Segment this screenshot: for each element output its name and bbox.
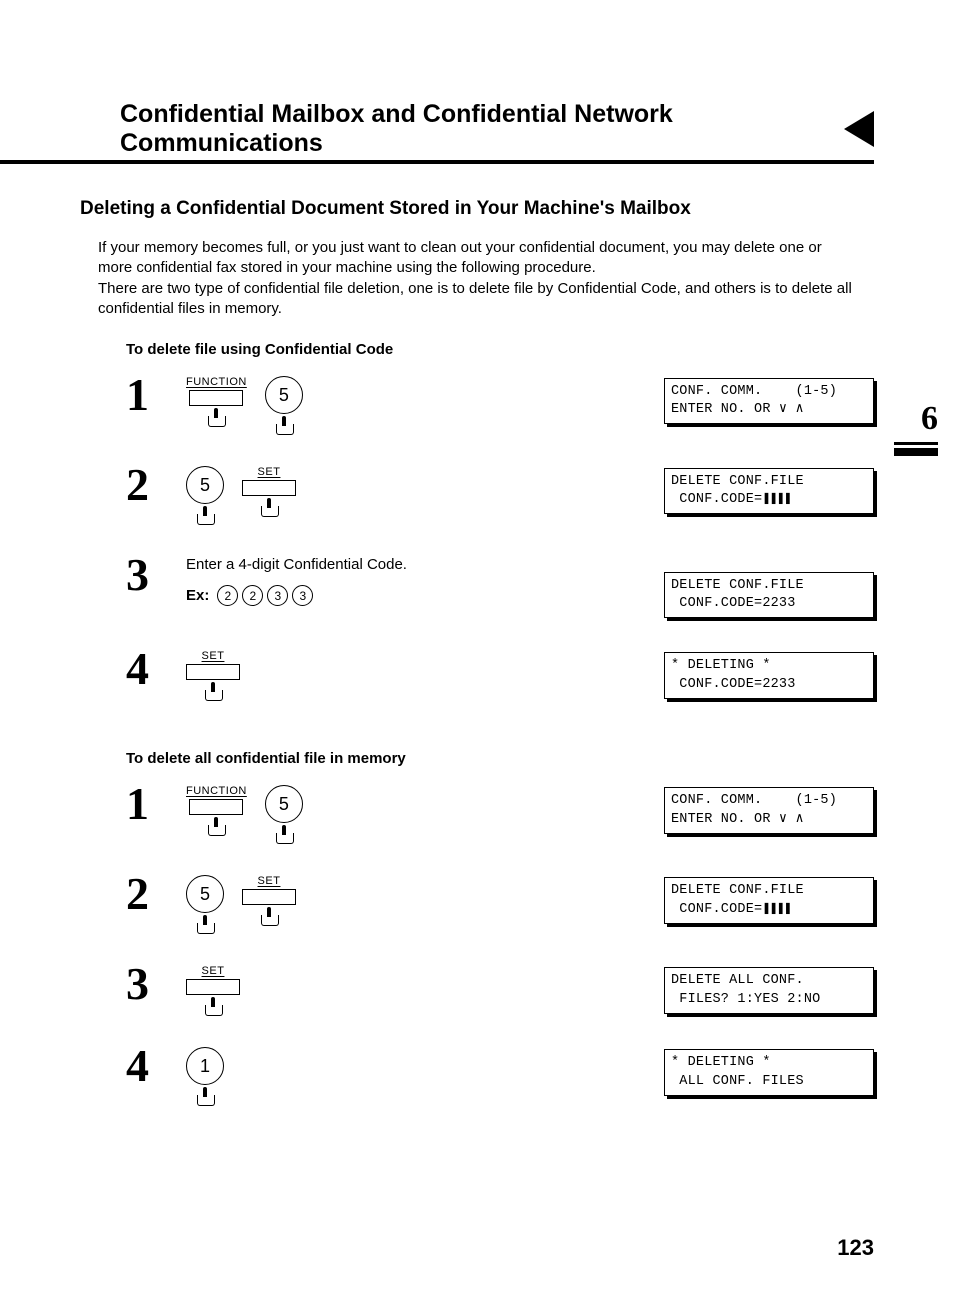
- circle-key-icon: 5: [186, 466, 224, 504]
- intro-paragraph: If your memory becomes full, or you just…: [98, 238, 858, 319]
- example-row: Ex: 2 2 3 3: [186, 585, 313, 606]
- step-row: 3 SET DELETE ALL CONF. FILES? 1:YES 2:NO: [126, 961, 874, 1015]
- circle-key-icon: 1: [186, 1047, 224, 1085]
- lcd-display: CONF. COMM. (1-5) ENTER NO. OR ∨ ∧: [664, 378, 874, 424]
- step-number: 4: [126, 646, 186, 692]
- press-hand-icon: [206, 408, 226, 426]
- step-actions: SET: [186, 646, 496, 700]
- press-hand-icon: [203, 682, 223, 700]
- press-hand-icon: [206, 817, 226, 835]
- lcd-display: * DELETING * CONF.CODE=2233: [664, 652, 874, 698]
- key-label: SET: [258, 466, 281, 478]
- digit-key: 5: [265, 376, 303, 434]
- press-hand-icon: [195, 1087, 215, 1105]
- digit-key: 5: [265, 785, 303, 843]
- circle-key-icon: 5: [186, 875, 224, 913]
- press-hand-icon: [195, 915, 215, 933]
- lcd-display: DELETE ALL CONF. FILES? 1:YES 2:NO: [664, 967, 874, 1013]
- lcd-blocks: ❚❚❚❚: [762, 492, 791, 507]
- section-heading: Deleting a Confidential Document Stored …: [80, 198, 874, 220]
- rect-key-icon: [189, 390, 243, 406]
- rect-key-icon: [186, 664, 240, 680]
- step-number: 2: [126, 871, 186, 917]
- procedure-a-label: To delete file using Confidential Code: [126, 341, 874, 358]
- tab-bar-icon: [894, 442, 938, 445]
- step-actions: 5 SET: [186, 871, 496, 933]
- rect-key-icon: [242, 480, 296, 496]
- step-row: 1 FUNCTION 5 CONF. COMM. (1-5) ENTER NO.…: [126, 781, 874, 843]
- header-rule: [0, 160, 874, 164]
- procedure-b-label: To delete all confidential file in memor…: [126, 750, 874, 767]
- triangle-left-icon: [844, 111, 874, 147]
- step-row: 4 SET * DELETING * CONF.CODE=2233: [126, 646, 874, 700]
- example-label: Ex:: [186, 587, 209, 604]
- lcd-display: DELETE CONF.FILE CONF.CODE=2233: [664, 572, 874, 618]
- tab-bar-icon: [894, 448, 938, 456]
- rect-key-icon: [242, 889, 296, 905]
- step-actions: Enter a 4-digit Confidential Code. Ex: 2…: [186, 552, 496, 606]
- lcd-display: DELETE CONF.FILE CONF.CODE=❚❚❚❚: [664, 468, 874, 514]
- circled-digit-icon: 3: [267, 585, 288, 606]
- circled-digit-icon: 2: [217, 585, 238, 606]
- page-number: 123: [837, 1235, 874, 1261]
- step-number: 4: [126, 1043, 186, 1089]
- lcd-display: DELETE CONF.FILE CONF.CODE=❚❚❚❚: [664, 877, 874, 923]
- rect-key-icon: [186, 979, 240, 995]
- step-number: 2: [126, 462, 186, 508]
- rect-key-icon: [189, 799, 243, 815]
- press-hand-icon: [274, 825, 294, 843]
- step-instruction: Enter a 4-digit Confidential Code.: [186, 556, 407, 573]
- circled-digit-icon: 2: [242, 585, 263, 606]
- step-actions: 5 SET: [186, 462, 496, 524]
- step-row: 2 5 SET DELETE CONF.FILE CONF.CODE=❚❚❚❚: [126, 871, 874, 933]
- key-label: FUNCTION: [186, 376, 247, 388]
- step-actions: SET: [186, 961, 496, 1015]
- chapter-tab: 6: [894, 400, 938, 456]
- step-number: 1: [126, 781, 186, 827]
- step-number: 3: [126, 552, 186, 598]
- press-hand-icon: [259, 498, 279, 516]
- key-label: SET: [202, 650, 225, 662]
- press-hand-icon: [259, 907, 279, 925]
- manual-page: Confidential Mailbox and Confidential Ne…: [0, 0, 954, 1297]
- key-label: SET: [258, 875, 281, 887]
- circled-digit-icon: 3: [292, 585, 313, 606]
- circle-key-icon: 5: [265, 376, 303, 414]
- step-row: 2 5 SET DELETE CONF.FILE CONF.CODE=❚❚❚❚: [126, 462, 874, 524]
- press-hand-icon: [195, 506, 215, 524]
- step-row: 3 Enter a 4-digit Confidential Code. Ex:…: [126, 552, 874, 618]
- digit-key: 5: [186, 466, 224, 524]
- page-header: Confidential Mailbox and Confidential Ne…: [80, 100, 874, 158]
- key-label: FUNCTION: [186, 785, 247, 797]
- digit-key: 1: [186, 1047, 224, 1105]
- circle-key-icon: 5: [265, 785, 303, 823]
- press-hand-icon: [274, 416, 294, 434]
- set-key: SET: [186, 650, 240, 700]
- set-key: SET: [186, 965, 240, 1015]
- lcd-display: CONF. COMM. (1-5) ENTER NO. OR ∨ ∧: [664, 787, 874, 833]
- set-key: SET: [242, 875, 296, 925]
- step-number: 3: [126, 961, 186, 1007]
- lcd-display: * DELETING * ALL CONF. FILES: [664, 1049, 874, 1095]
- step-row: 4 1 * DELETING * ALL CONF. FILES: [126, 1043, 874, 1105]
- function-key: FUNCTION: [186, 785, 247, 835]
- function-key: FUNCTION: [186, 376, 247, 426]
- step-row: 1 FUNCTION 5 CONF. COMM. (1-5) ENTER NO.…: [126, 372, 874, 434]
- step-actions: FUNCTION 5: [186, 372, 496, 434]
- step-actions: FUNCTION 5: [186, 781, 496, 843]
- press-hand-icon: [203, 997, 223, 1015]
- step-actions: 1: [186, 1043, 496, 1105]
- key-label: SET: [202, 965, 225, 977]
- set-key: SET: [242, 466, 296, 516]
- step-number: 1: [126, 372, 186, 418]
- lcd-blocks: ❚❚❚❚: [762, 902, 791, 917]
- digit-key: 5: [186, 875, 224, 933]
- chapter-number: 6: [921, 400, 938, 437]
- page-title: Confidential Mailbox and Confidential Ne…: [120, 100, 832, 158]
